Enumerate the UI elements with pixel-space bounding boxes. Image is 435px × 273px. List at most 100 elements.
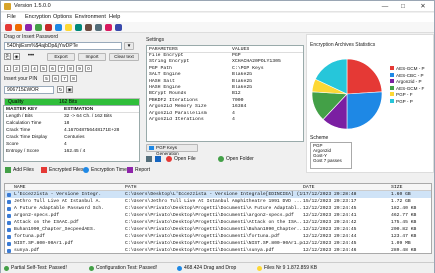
add-files-icon[interactable] [5, 167, 11, 173]
legend-label: AES-GCM - P [396, 66, 425, 71]
hash-icon[interactable] [55, 24, 62, 31]
chart-legend: AES-GCM - P AES-CBC - P Argon2id - P AES-GC… [390, 66, 434, 105]
pin-digits: 5 6 7 8 [43, 75, 77, 82]
statistics-panel: Encryption Archives Statistics AES-GCM -… [306, 34, 434, 173]
menu-options[interactable]: Options [53, 14, 72, 20]
clock-icon[interactable] [83, 167, 89, 173]
pin-0[interactable]: 0 [85, 65, 92, 72]
eye-icon[interactable]: ◉ [13, 53, 20, 60]
table-row[interactable]: argon2-specs.pdf C:\Users\Privato\Desktop… [5, 212, 431, 219]
table-row[interactable]: L'Eccezzista - Versione Integr. C:\Users\… [5, 191, 431, 198]
column-name[interactable]: NAME [5, 184, 125, 190]
title-bar: Version 1.5.0.0 — □ ✕ [1, 1, 434, 12]
lock-icon[interactable]: ▣ [66, 86, 73, 93]
menu-help[interactable]: Help [109, 14, 120, 20]
decrypt-icon[interactable] [45, 24, 52, 31]
exit-icon[interactable] [5, 24, 12, 31]
import-button[interactable]: Import [78, 53, 106, 61]
pin-9[interactable]: 9 [76, 65, 83, 72]
open-folder-label[interactable]: Open Folder [226, 156, 254, 162]
table-row: Crack Time Display Centuries [4, 134, 139, 141]
encryption-time-label[interactable]: Encryption Time [91, 167, 127, 173]
file-icon [7, 235, 11, 239]
file-icon [7, 228, 11, 232]
password-input[interactable]: 54DhjiEsm%$4ajbDp&jYwDPTe [4, 42, 122, 50]
menu-encryption[interactable]: Encryption [25, 14, 51, 20]
table-row: Score 4 [4, 141, 139, 148]
file-icon [7, 249, 11, 253]
file-size: 1.72 GB [391, 199, 411, 204]
globe-icon[interactable] [155, 156, 161, 162]
open-file-label[interactable]: Open File [174, 156, 196, 162]
open-icon[interactable] [15, 24, 22, 31]
open-folder-icon[interactable] [218, 156, 224, 162]
clear-text-button[interactable]: Clear text [109, 53, 139, 61]
tools-icon[interactable] [85, 24, 92, 31]
pin-3[interactable]: 3 [22, 65, 29, 72]
globe-icon[interactable] [75, 24, 82, 31]
pin-5[interactable]: 5 [40, 65, 47, 72]
file-icon [7, 200, 11, 204]
file-list: NAME PATH DATE SIZE L'Eccezzista - Versi… [4, 183, 432, 254]
menu-file[interactable]: File [7, 14, 16, 20]
table-row[interactable]: Argon2id Iterations 4 [147, 117, 303, 123]
key-icon[interactable] [25, 24, 32, 31]
scheme-list[interactable]: PGP Argon2id Gost-Y Gost 7 passes [310, 142, 352, 169]
encrypt-icon[interactable] [35, 24, 42, 31]
open-file-icon[interactable] [166, 156, 172, 162]
pgp-keys-generation-button[interactable]: PGP Keys Generation [146, 144, 198, 156]
file-name: Buhan1990_Chapter_SecpeedAES. [14, 227, 96, 232]
pin-1[interactable]: 1 [4, 65, 11, 72]
table-row[interactable]: Buhan1990_Chapter_SecpeedAES. C:\Users\Pr… [5, 226, 431, 233]
close-button[interactable]: ✕ [416, 1, 430, 12]
file-size: 175.45 KB [391, 220, 417, 225]
pin-7[interactable]: 7 [58, 65, 65, 72]
settings-icon[interactable] [65, 24, 72, 31]
file-path: C:\Users\Privato\Desktop\Progetti\Docume… [125, 206, 303, 211]
scheme-item[interactable]: Gost 7 passes [311, 158, 351, 163]
menu-environment[interactable]: Environment [75, 14, 106, 20]
file-date: 12/12/2023 20:24:42 [303, 220, 357, 225]
pin-digit-2[interactable]: 6 [52, 75, 59, 82]
export-button[interactable]: Export [47, 53, 75, 61]
pin-input[interactable]: 906715£WOR [4, 86, 54, 94]
pin-digit-1[interactable]: 5 [43, 75, 50, 82]
estimation-key: Entropy / Score [6, 149, 40, 154]
encrypted-files-icon[interactable] [41, 167, 47, 173]
table-row[interactable]: NIST.SP.800-90Ar1.pdf C:\Users\Privato\De… [5, 240, 431, 247]
add-files-label[interactable]: Add Files [13, 167, 34, 173]
password-menu-button[interactable]: ▼ [124, 42, 134, 50]
pin-4[interactable]: 4 [31, 65, 38, 72]
table-row[interactable]: A Future Adaptable Password Sch. C:\Users… [5, 205, 431, 212]
table-row[interactable]: fortuna.pdf C:\Users\Privato\Desktop\Prog… [5, 233, 431, 240]
estimation-value: 18 [64, 121, 70, 126]
pin-6[interactable]: 6 [49, 65, 56, 72]
pin-digit-3[interactable]: 7 [61, 75, 68, 82]
pin-label: Insert your PIN [4, 76, 38, 82]
copy-icon[interactable]: ⎘ [4, 53, 11, 60]
table-row[interactable]: sunya.pdf C:\Users\Privato\Desktop\Proget… [5, 247, 431, 254]
report-label[interactable]: Report [135, 167, 150, 173]
pin-digit-4[interactable]: 8 [70, 75, 77, 82]
table-row[interactable]: Jethro Tull Live At Istanbul A. C:\Users\… [5, 198, 431, 205]
pin-2[interactable]: 2 [13, 65, 20, 72]
pin-8[interactable]: 8 [67, 65, 74, 72]
file-icon [7, 221, 11, 225]
file-icon [7, 214, 11, 218]
help-icon[interactable] [115, 24, 122, 31]
info-icon[interactable] [95, 24, 102, 31]
info-icon[interactable] [146, 156, 152, 162]
minimize-button[interactable]: — [378, 1, 392, 12]
table-row[interactable]: Attack on the ISAAC.pdf C:\Users\Privato\… [5, 219, 431, 226]
legend-label: AES-GCM - F [396, 85, 425, 91]
column-path[interactable]: PATH [125, 184, 303, 190]
column-date[interactable]: DATE [303, 184, 391, 190]
heart-icon[interactable] [105, 24, 112, 31]
maximize-button[interactable]: □ [396, 1, 410, 12]
file-date: 15/12/2023 20:23:17 [303, 199, 357, 204]
column-size[interactable]: SIZE [391, 184, 431, 190]
report-icon[interactable] [127, 167, 133, 173]
encrypted-files-label[interactable]: Encrypted Files [49, 167, 83, 173]
estimation-header: MASTER KEY ESTIMATION [4, 106, 139, 113]
refresh-icon[interactable]: ↻ [57, 86, 64, 93]
